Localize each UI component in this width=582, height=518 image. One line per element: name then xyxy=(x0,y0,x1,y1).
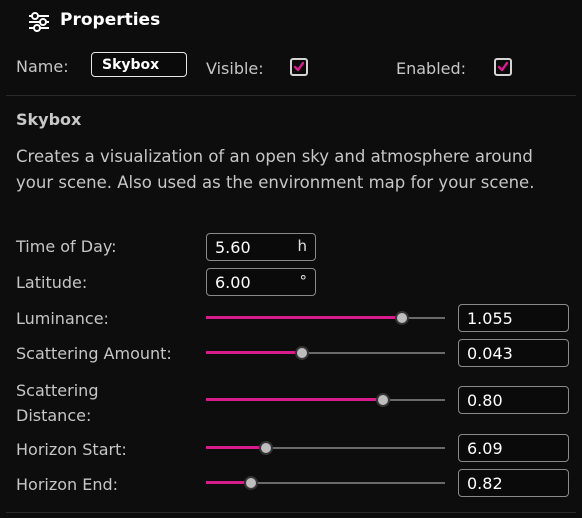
scattering-distance-value: 0.80 xyxy=(467,391,503,410)
checkmark-icon xyxy=(497,61,509,72)
scattering-distance-value-input[interactable]: 0.80 xyxy=(458,386,569,414)
time-of-day-label: Time of Day: xyxy=(16,237,117,256)
scattering-distance-slider[interactable] xyxy=(206,393,445,407)
luminance-value-input[interactable]: 1.055 xyxy=(458,304,569,332)
scattering-amount-value-input[interactable]: 0.043 xyxy=(458,339,569,367)
latitude-label: Latitude: xyxy=(16,273,88,292)
horizon-end-value-input[interactable]: 0.82 xyxy=(458,469,569,497)
enabled-label: Enabled: xyxy=(396,59,467,78)
slider-fill xyxy=(206,398,383,401)
horizon-start-value-input[interactable]: 6.09 xyxy=(458,434,569,462)
latitude-input[interactable]: 6.00 ° xyxy=(206,268,316,296)
checkmark-icon xyxy=(293,61,305,72)
horizon-end-value: 0.82 xyxy=(467,474,503,493)
horizon-end-label: Horizon End: xyxy=(16,475,119,494)
luminance-slider[interactable] xyxy=(206,311,445,325)
section-title: Skybox xyxy=(16,110,82,129)
sliders-icon xyxy=(29,12,49,32)
time-of-day-input[interactable]: 5.60 h xyxy=(206,233,316,261)
slider-thumb[interactable] xyxy=(244,476,259,490)
divider xyxy=(6,95,576,96)
slider-fill xyxy=(206,351,302,354)
horizon-end-slider[interactable] xyxy=(206,476,445,490)
latitude-value: 6.00 xyxy=(215,273,251,292)
slider-thumb[interactable] xyxy=(258,441,273,455)
scattering-amount-slider[interactable] xyxy=(206,346,445,360)
divider xyxy=(6,512,576,513)
name-input[interactable]: Skybox xyxy=(91,52,187,77)
time-of-day-value: 5.60 xyxy=(215,238,251,257)
luminance-label: Luminance: xyxy=(16,309,109,328)
scattering-amount-label: Scattering Amount: xyxy=(16,344,172,363)
slider-thumb[interactable] xyxy=(375,393,390,407)
properties-header: Properties xyxy=(0,0,582,42)
panel-title: Properties xyxy=(60,10,161,30)
name-label: Name: xyxy=(16,57,69,76)
scattering-distance-label: Scattering Distance: xyxy=(16,381,99,425)
luminance-value: 1.055 xyxy=(467,309,513,328)
enabled-checkbox[interactable] xyxy=(494,58,512,76)
slider-thumb[interactable] xyxy=(394,311,409,325)
scattering-amount-value: 0.043 xyxy=(467,344,513,363)
horizon-start-slider[interactable] xyxy=(206,441,445,455)
visible-checkbox[interactable] xyxy=(290,58,308,76)
horizon-start-value: 6.09 xyxy=(467,439,503,458)
horizon-start-label: Horizon Start: xyxy=(16,440,127,459)
time-of-day-unit: h xyxy=(297,237,307,255)
section-description: Creates a visualization of an open sky a… xyxy=(16,147,535,192)
slider-thumb[interactable] xyxy=(294,346,309,360)
visible-label: Visible: xyxy=(206,59,264,78)
slider-fill xyxy=(206,316,402,319)
slider-fill xyxy=(206,446,266,449)
latitude-unit: ° xyxy=(299,272,308,290)
